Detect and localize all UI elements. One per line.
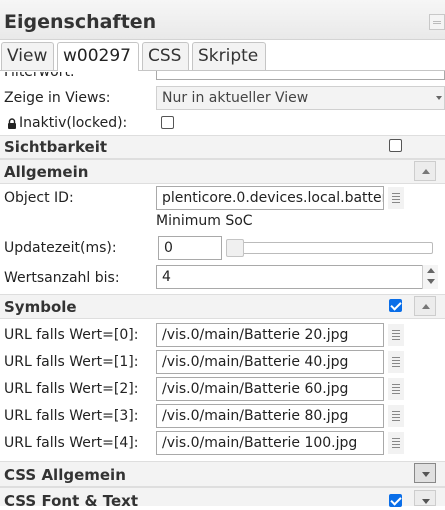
- symbol-url-label: URL falls Wert=[4]:: [4, 435, 139, 451]
- section-css-font-expand-button[interactable]: [414, 490, 436, 506]
- update-slider-handle[interactable]: [226, 239, 244, 257]
- object-id-picker-icon[interactable]: [388, 187, 404, 209]
- symbol-url-picker-icon[interactable]: [388, 405, 404, 427]
- count-label: Wertsanzahl bis:: [4, 270, 120, 286]
- object-id-hint: Minimum SoC: [156, 213, 253, 229]
- symbol-url-value: /vis.0/main/Batterie 80.jpg: [162, 408, 349, 424]
- lock-icon: [8, 118, 16, 129]
- panel-menu-icon[interactable]: [429, 14, 445, 30]
- symbol-url-input[interactable]: /vis.0/main/Batterie 80.jpg: [156, 404, 384, 428]
- section-css-general-title: CSS Allgemein: [4, 466, 126, 484]
- symbol-url-label: URL falls Wert=[3]:: [4, 408, 139, 424]
- tab-skripte[interactable]: Skripte: [192, 42, 266, 70]
- css-font-checkbox[interactable]: [389, 494, 402, 507]
- symbol-url-value: /vis.0/main/Batterie 100.jpg: [162, 435, 358, 451]
- symbol-url-input[interactable]: /vis.0/main/Batterie 100.jpg: [156, 431, 384, 455]
- locked-checkbox[interactable]: [161, 116, 174, 129]
- symbol-url-picker-icon[interactable]: [388, 324, 404, 346]
- section-visibility-title: Sichtbarkeit: [4, 138, 108, 156]
- count-input[interactable]: 4: [156, 265, 438, 289]
- count-spinner[interactable]: [422, 265, 438, 289]
- views-select[interactable]: Nur in aktueller View: [156, 86, 445, 110]
- section-general-title: Allgemein: [4, 163, 89, 181]
- symbol-url-value: /vis.0/main/Batterie 40.jpg: [162, 354, 349, 370]
- section-css-general-expand-button[interactable]: [414, 463, 436, 483]
- panel-title: Eigenschaften: [4, 11, 157, 33]
- count-value: 4: [162, 269, 171, 285]
- views-label: Zeige in Views:: [4, 90, 111, 106]
- symbol-url-label: URL falls Wert=[1]:: [4, 354, 139, 370]
- tab-w00297[interactable]: w00297: [57, 42, 139, 71]
- symbol-url-label: URL falls Wert=[2]:: [4, 381, 139, 397]
- object-id-input[interactable]: plenticore.0.devices.local.battery.MinSo…: [156, 186, 384, 210]
- views-select-value: Nur in aktueller View: [162, 90, 309, 106]
- visibility-checkbox[interactable]: [389, 139, 402, 152]
- tab-view[interactable]: View: [1, 42, 54, 70]
- section-css-font-title: CSS Font & Text: [4, 492, 139, 510]
- symbol-url-value: /vis.0/main/Batterie 20.jpg: [162, 327, 349, 343]
- update-label: Updatezeit(ms):: [4, 240, 117, 256]
- locked-label: Inaktiv(locked):: [19, 115, 128, 131]
- symbol-url-picker-icon[interactable]: [388, 378, 404, 400]
- symbol-url-input[interactable]: /vis.0/main/Batterie 20.jpg: [156, 323, 384, 347]
- section-symbols-title: Symbole: [4, 298, 77, 316]
- object-id-value: plenticore.0.devices.local.battery.MinSo…: [162, 190, 383, 206]
- tab-css[interactable]: CSS: [142, 42, 189, 70]
- symbol-url-value: /vis.0/main/Batterie 60.jpg: [162, 381, 349, 397]
- symbol-url-label: URL falls Wert=[0]:: [4, 327, 139, 343]
- section-general-collapse-button[interactable]: [414, 161, 436, 181]
- symbol-url-input[interactable]: /vis.0/main/Batterie 40.jpg: [156, 350, 384, 374]
- update-value: 0: [164, 240, 173, 256]
- update-input[interactable]: 0: [158, 236, 222, 260]
- update-slider[interactable]: [226, 242, 433, 254]
- symbol-url-picker-icon[interactable]: [388, 432, 404, 454]
- object-id-label: Object ID:: [4, 190, 74, 206]
- section-symbols-collapse-button[interactable]: [414, 296, 436, 316]
- symbol-url-input[interactable]: /vis.0/main/Batterie 60.jpg: [156, 377, 384, 401]
- symbols-checkbox[interactable]: [389, 299, 402, 312]
- symbol-url-picker-icon[interactable]: [388, 351, 404, 373]
